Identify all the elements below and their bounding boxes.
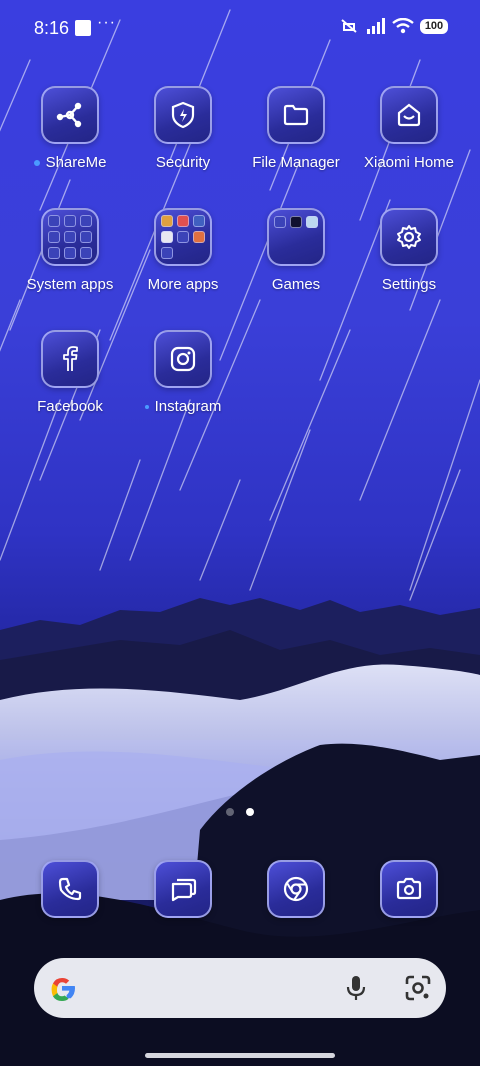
app-facebook[interactable]: Facebook xyxy=(14,330,126,415)
dock-messages[interactable] xyxy=(152,860,214,918)
shield-icon xyxy=(154,86,212,144)
folder-system-apps[interactable]: System apps xyxy=(14,208,126,293)
page-indicator[interactable] xyxy=(0,808,480,816)
wifi-icon xyxy=(392,18,414,34)
app-label: Instagram xyxy=(127,398,239,415)
app-label: Settings xyxy=(381,276,437,293)
google-lens-icon[interactable] xyxy=(404,974,432,1002)
messages-icon xyxy=(154,860,212,918)
dock-phone[interactable] xyxy=(39,860,101,918)
vibrate-off-icon xyxy=(341,19,357,33)
status-bar: 8:16 ··· 100 xyxy=(0,0,480,56)
google-search-bar[interactable] xyxy=(34,958,446,1018)
folder-icon xyxy=(267,86,325,144)
notification-dot xyxy=(33,160,40,167)
folder-grid-icon xyxy=(267,208,325,266)
dock-chrome[interactable] xyxy=(265,860,327,918)
signal-icon xyxy=(367,18,385,34)
page-dot-2[interactable] xyxy=(246,808,254,816)
app-label: System apps xyxy=(26,276,114,293)
camera-icon xyxy=(380,860,438,918)
shareme-icon xyxy=(41,86,99,144)
gear-icon xyxy=(380,208,438,266)
facebook-icon xyxy=(41,330,99,388)
app-xiaomi-home[interactable]: Xiaomi Home xyxy=(353,86,465,171)
microphone-icon[interactable] xyxy=(344,974,368,1002)
app-instagram[interactable]: Instagram xyxy=(127,330,239,415)
app-security[interactable]: Security xyxy=(127,86,239,171)
folder-games[interactable]: Games xyxy=(240,208,352,293)
status-overflow: ··· xyxy=(97,14,116,31)
app-file-manager[interactable]: File Manager xyxy=(240,86,352,171)
app-label: Facebook xyxy=(37,398,103,415)
app-label: More apps xyxy=(147,276,219,293)
app-label: Games xyxy=(271,276,321,293)
battery-icon: 100 xyxy=(420,18,448,34)
folder-grid-icon xyxy=(154,208,212,266)
status-time: 8:16 xyxy=(34,18,70,38)
app-shareme[interactable]: ShareMe xyxy=(14,86,126,171)
phone-icon xyxy=(41,860,99,918)
app-label: Xiaomi Home xyxy=(363,154,455,171)
notification-dot xyxy=(144,405,149,410)
app-label: File Manager xyxy=(252,154,340,171)
home-indicator[interactable] xyxy=(145,1053,335,1058)
notification-square-icon xyxy=(75,20,91,36)
folder-grid-icon xyxy=(41,208,99,266)
status-icons: 100 xyxy=(338,16,448,36)
app-label: ShareMe xyxy=(14,154,126,171)
instagram-icon xyxy=(154,330,212,388)
app-settings[interactable]: Settings xyxy=(353,208,465,293)
dock-camera[interactable] xyxy=(378,860,440,918)
chrome-icon xyxy=(267,860,325,918)
folder-more-apps[interactable]: More apps xyxy=(127,208,239,293)
xiaomi-home-icon xyxy=(380,86,438,144)
google-logo-icon[interactable] xyxy=(46,972,78,1004)
page-dot-1[interactable] xyxy=(226,808,234,816)
app-label: Security xyxy=(155,154,211,171)
